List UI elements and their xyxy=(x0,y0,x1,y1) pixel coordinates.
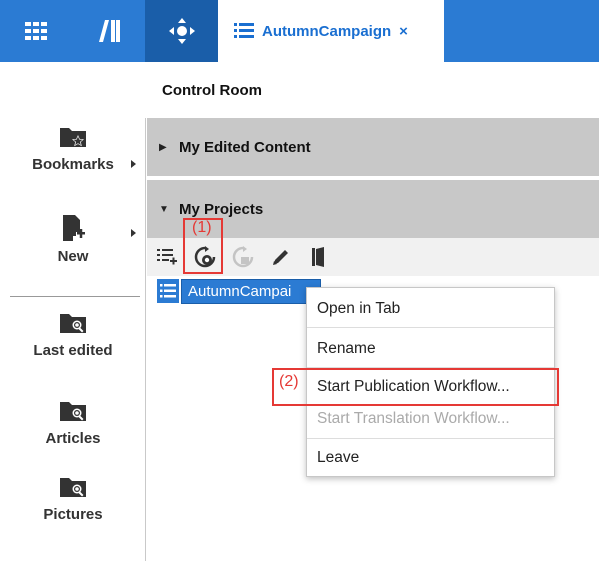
control-room-button[interactable] xyxy=(145,0,218,62)
folder-search-icon xyxy=(60,478,86,497)
menu-item-open-in-tab[interactable]: Open in Tab xyxy=(307,292,554,326)
submenu-arrow-icon xyxy=(131,229,136,237)
start-workflow-disabled-button xyxy=(231,245,255,269)
list-icon xyxy=(157,279,179,303)
top-bar: AutumnCampaign × xyxy=(0,0,599,62)
caret-down-icon: ▼ xyxy=(159,203,169,215)
folder-search-icon xyxy=(60,314,86,333)
apps-button[interactable] xyxy=(0,0,72,62)
workflow-disabled-icon xyxy=(232,246,254,268)
tab-autumn-campaign[interactable]: AutumnCampaign × xyxy=(218,0,444,62)
panel-title: My Edited Content xyxy=(179,138,311,156)
sidebar-item-label: Pictures xyxy=(43,506,103,523)
menu-item-leave[interactable]: Leave xyxy=(307,441,554,475)
tab-label: AutumnCampaign xyxy=(262,22,392,40)
sidebar: Bookmarks New Last edited Articles Pictu… xyxy=(0,118,146,561)
menu-item-start-translation-workflow: Start Translation Workflow... xyxy=(317,410,510,427)
menu-item-rename[interactable]: Rename xyxy=(307,332,554,366)
annotation-box-step-2 xyxy=(272,368,559,406)
sidebar-item-label: Bookmarks xyxy=(32,156,114,173)
library-icon xyxy=(98,20,120,42)
panel-my-edited-content[interactable]: ▶ My Edited Content xyxy=(147,118,599,176)
leave-icon xyxy=(312,247,324,267)
compass-move-icon xyxy=(168,18,195,44)
rename-button[interactable] xyxy=(269,245,293,269)
sidebar-item-articles[interactable]: Articles xyxy=(0,398,146,447)
menu-divider xyxy=(307,438,554,439)
sidebar-item-label: Articles xyxy=(45,430,101,447)
grid-icon xyxy=(25,22,47,40)
sidebar-item-last-edited[interactable]: Last edited xyxy=(0,310,146,359)
pencil-icon xyxy=(273,250,288,265)
list-icon xyxy=(234,23,254,38)
page-title: Control Room xyxy=(162,82,262,99)
folder-star-icon xyxy=(60,128,86,147)
folder-search-icon xyxy=(60,402,86,421)
leave-project-button[interactable] xyxy=(307,245,331,269)
project-name[interactable]: AutumnCampai xyxy=(181,279,321,304)
add-list-button[interactable] xyxy=(155,245,179,269)
annotation-box-step-1 xyxy=(183,218,223,274)
panel-title: My Projects xyxy=(179,200,264,218)
caret-right-icon: ▶ xyxy=(159,141,167,153)
menu-divider xyxy=(307,327,554,328)
sidebar-item-pictures[interactable]: Pictures xyxy=(0,474,146,523)
sidebar-item-label: Last edited xyxy=(33,342,113,359)
sidebar-item-label: New xyxy=(57,248,89,265)
new-document-icon xyxy=(63,215,85,241)
add-list-icon xyxy=(157,249,177,265)
sidebar-item-bookmarks[interactable]: Bookmarks xyxy=(0,124,146,173)
submenu-arrow-icon xyxy=(131,160,136,168)
sidebar-divider xyxy=(10,296,140,297)
library-button[interactable] xyxy=(72,0,145,62)
close-tab-button[interactable]: × xyxy=(399,23,408,40)
sidebar-item-new[interactable]: New xyxy=(0,214,146,265)
